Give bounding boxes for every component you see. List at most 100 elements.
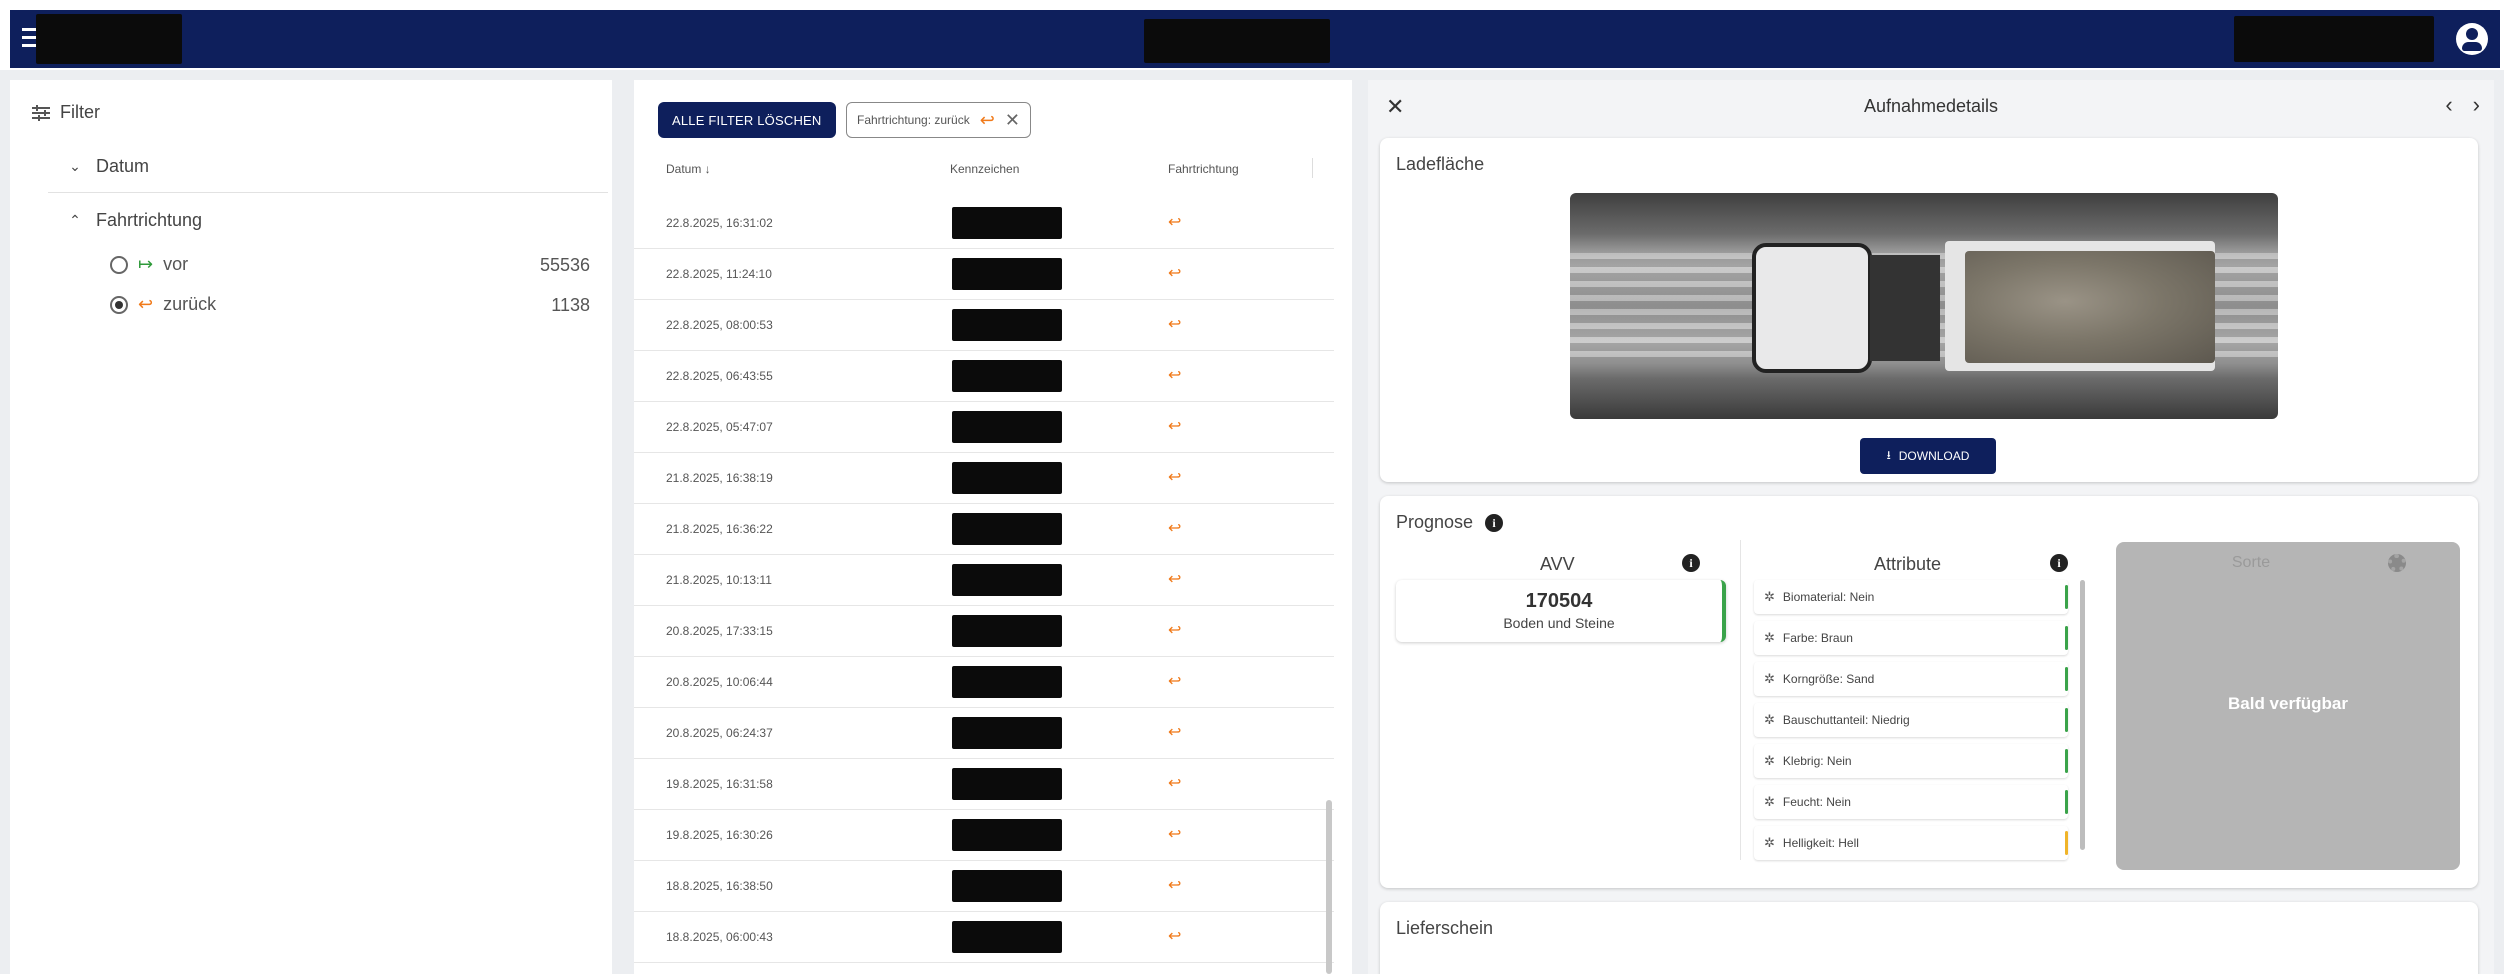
column-header-date[interactable]: Datum ↓ bbox=[666, 162, 711, 176]
avv-code: 170504 bbox=[1525, 590, 1593, 612]
avv-result: 170504 Boden und Steine bbox=[1396, 580, 1726, 642]
back-arrow-icon: ↩ bbox=[1168, 571, 1182, 588]
recordings-list-panel: ALLE FILTER LÖSCHEN Fahrtrichtung: zurüc… bbox=[634, 80, 1352, 974]
attribute-item: ✲ Korngröße: Sand bbox=[1754, 662, 2068, 696]
info-icon[interactable]: i bbox=[1682, 554, 1700, 572]
table-row[interactable]: 19.8.2025, 16:30:26 ↩ bbox=[634, 810, 1334, 861]
column-header-plate[interactable]: Kennzeichen bbox=[950, 162, 1019, 176]
filter-option-zurueck[interactable]: ↩ zurück bbox=[110, 294, 216, 315]
filter-group-datum[interactable]: ⌄ Datum bbox=[68, 156, 149, 177]
attribute-item: ✲ Helligkeit: Hell bbox=[1754, 826, 2068, 860]
redacted-app-title bbox=[36, 14, 182, 64]
close-icon[interactable]: ✕ bbox=[1005, 110, 1020, 131]
back-arrow-icon: ↩ bbox=[1168, 826, 1182, 843]
row-date: 20.8.2025, 10:06:44 bbox=[666, 675, 773, 689]
table-row[interactable]: 18.8.2025, 06:00:43 ↩ bbox=[634, 912, 1334, 963]
active-filter-chip[interactable]: Fahrtrichtung: zurück ↩ ✕ bbox=[846, 102, 1031, 138]
redacted-plate bbox=[952, 768, 1062, 800]
filter-group-fahrtrichtung[interactable]: ⌃ Fahrtrichtung bbox=[68, 210, 202, 231]
sorte-card: Sorte Bald verfügbar bbox=[2116, 542, 2460, 870]
account-icon[interactable] bbox=[2456, 23, 2488, 55]
attribute-status-bar bbox=[2065, 708, 2068, 732]
row-date: 20.8.2025, 17:33:15 bbox=[666, 624, 773, 638]
clear-all-filters-button[interactable]: ALLE FILTER LÖSCHEN bbox=[658, 102, 836, 138]
attribute-text: Biomaterial: Nein bbox=[1782, 590, 1875, 604]
attribute-scrollbar[interactable] bbox=[2080, 580, 2085, 850]
back-arrow-icon: ↩ bbox=[1168, 622, 1182, 639]
redacted-plate bbox=[952, 564, 1062, 596]
card-title: Lieferschein bbox=[1396, 918, 1494, 938]
download-button[interactable]: ⭳ DOWNLOAD bbox=[1860, 438, 1996, 474]
attribute-status-bar bbox=[2065, 790, 2068, 814]
table-row[interactable]: 21.8.2025, 10:13:11 ↩ bbox=[634, 555, 1334, 606]
filter-option-vor[interactable]: ↦ vor bbox=[110, 254, 188, 275]
redacted-plate bbox=[952, 207, 1062, 239]
sparkle-icon: ✲ bbox=[1764, 835, 1775, 850]
table-header: Datum ↓ Kennzeichen Fahrtrichtung bbox=[634, 148, 1334, 188]
option-count-vor: 55536 bbox=[539, 255, 590, 275]
table-row[interactable]: 21.8.2025, 16:36:22 ↩ bbox=[634, 504, 1334, 555]
back-arrow-icon: ↩ bbox=[138, 294, 154, 314]
redacted-plate bbox=[952, 411, 1062, 443]
back-arrow-icon: ↩ bbox=[1168, 877, 1182, 894]
redacted-user-name bbox=[2234, 16, 2434, 62]
table-row[interactable]: 22.8.2025, 08:00:53 ↩ bbox=[634, 300, 1334, 351]
detail-navigation: ‹ › bbox=[2445, 92, 2480, 118]
back-arrow-icon: ↩ bbox=[1168, 367, 1182, 384]
attribute-item: ✲ Farbe: Braun bbox=[1754, 621, 2068, 655]
ladeflaeche-card: Ladefläche ⭳ DOWNLOAD bbox=[1380, 138, 2478, 482]
filter-group-label: Datum bbox=[96, 156, 150, 176]
list-scrollbar[interactable] bbox=[1326, 800, 1332, 974]
radio-vor[interactable] bbox=[110, 255, 128, 274]
radio-zurueck[interactable] bbox=[110, 295, 128, 314]
filter-panel: Filter ⌄ Datum ⌃ Fahrtrichtung ↦ vor 555… bbox=[10, 80, 612, 974]
info-icon[interactable]: i bbox=[1485, 513, 1504, 532]
previous-icon[interactable]: ‹ bbox=[2445, 92, 2452, 118]
row-date: 22.8.2025, 06:43:55 bbox=[666, 369, 773, 383]
chip-label: Fahrtrichtung: zurück bbox=[857, 113, 970, 127]
sorte-title: Sorte bbox=[2231, 554, 2271, 571]
column-header-direction[interactable]: Fahrtrichtung bbox=[1168, 162, 1239, 176]
row-date: 21.8.2025, 16:38:19 bbox=[666, 471, 773, 485]
attribute-text: Helligkeit: Hell bbox=[1782, 836, 1859, 850]
info-icon[interactable]: i bbox=[2050, 554, 2068, 572]
table-row[interactable]: 19.8.2025, 16:31:58 ↩ bbox=[634, 759, 1334, 810]
top-bar bbox=[0, 0, 2504, 70]
filter-header: Filter bbox=[32, 102, 100, 123]
table-row[interactable]: 22.8.2025, 16:31:02 ↩ bbox=[634, 198, 1334, 249]
table-row[interactable]: 22.8.2025, 06:43:55 ↩ bbox=[634, 351, 1334, 402]
table-row[interactable]: 20.8.2025, 17:33:15 ↩ bbox=[634, 606, 1334, 657]
table-row[interactable]: 20.8.2025, 10:06:44 ↩ bbox=[634, 657, 1334, 708]
redacted-plate bbox=[952, 666, 1062, 698]
next-icon[interactable]: › bbox=[2473, 92, 2480, 118]
attribute-text: Klebrig: Nein bbox=[1782, 754, 1852, 768]
table-row[interactable]: 20.8.2025, 06:24:37 ↩ bbox=[634, 708, 1334, 759]
sparkle-icon: ✲ bbox=[1764, 630, 1775, 645]
download-icon: ⭳ bbox=[1886, 447, 1891, 462]
redacted-header-center bbox=[1144, 19, 1330, 63]
sorte-status: Bald verfügbar bbox=[2228, 694, 2348, 713]
table-row[interactable]: 22.8.2025, 11:24:10 ↩ bbox=[634, 249, 1334, 300]
row-date: 21.8.2025, 10:13:11 bbox=[666, 573, 772, 587]
attribute-item: ✲ Bauschuttanteil: Niedrig bbox=[1754, 703, 2068, 737]
table-row[interactable]: 21.8.2025, 16:38:19 ↩ bbox=[634, 453, 1334, 504]
back-arrow-icon: ↩ bbox=[1168, 214, 1182, 231]
redacted-plate bbox=[952, 360, 1062, 392]
table-row[interactable]: 18.8.2025, 16:38:50 ↩ bbox=[634, 861, 1334, 912]
table-row[interactable]: 22.8.2025, 05:47:07 ↩ bbox=[634, 402, 1334, 453]
attribute-item: ✲ Feucht: Nein bbox=[1754, 785, 2068, 819]
sparkle-icon: ✲ bbox=[1764, 794, 1775, 809]
row-date: 22.8.2025, 05:47:07 bbox=[666, 420, 773, 434]
attribute-text: Feucht: Nein bbox=[1782, 795, 1851, 809]
attribute-status-bar bbox=[2065, 585, 2068, 609]
row-date: 20.8.2025, 06:24:37 bbox=[666, 726, 773, 740]
redacted-plate bbox=[952, 462, 1062, 494]
prognose-header: Prognose i bbox=[1396, 512, 1504, 533]
option-label: vor bbox=[163, 254, 189, 274]
detail-panel: ✕ Aufnahmedetails ‹ › Ladefläche ⭳ DOWNL… bbox=[1368, 80, 2494, 974]
back-arrow-icon: ↩ bbox=[1168, 673, 1182, 690]
back-arrow-icon: ↩ bbox=[1168, 316, 1182, 333]
detail-title: Aufnahmedetails bbox=[1863, 96, 1999, 116]
attribute-status-bar bbox=[2065, 667, 2068, 691]
attribute-text: Farbe: Braun bbox=[1782, 631, 1853, 645]
